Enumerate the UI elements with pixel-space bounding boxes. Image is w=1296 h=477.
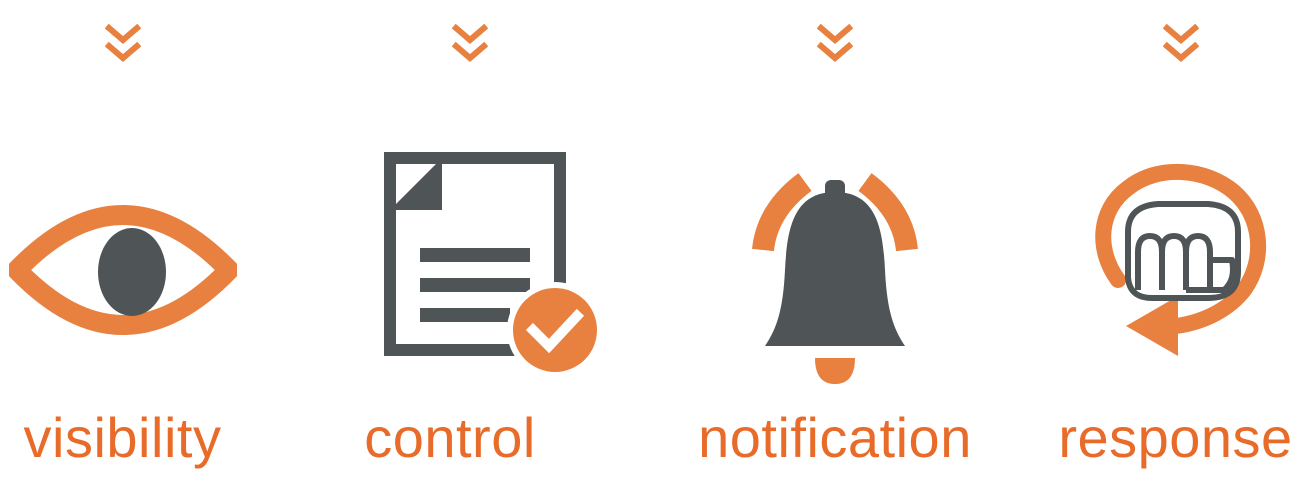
step-control: control bbox=[345, 0, 615, 477]
double-chevron-down-icon bbox=[451, 23, 489, 62]
document-check-icon bbox=[384, 152, 603, 378]
step-response: response bbox=[1055, 0, 1296, 477]
step-label: visibility bbox=[23, 406, 222, 469]
step-notification: notification bbox=[690, 0, 980, 477]
bell-icon bbox=[752, 173, 918, 384]
double-chevron-down-icon bbox=[1162, 23, 1199, 62]
fist-rotate-icon bbox=[1094, 164, 1266, 356]
step-visibility: visibility bbox=[0, 0, 245, 477]
step-label: notification bbox=[698, 406, 972, 469]
step-label: response bbox=[1058, 406, 1293, 469]
double-chevron-down-icon bbox=[816, 23, 854, 62]
eye-icon bbox=[8, 205, 237, 335]
step-label: control bbox=[364, 406, 536, 469]
double-chevron-down-icon bbox=[104, 23, 141, 62]
